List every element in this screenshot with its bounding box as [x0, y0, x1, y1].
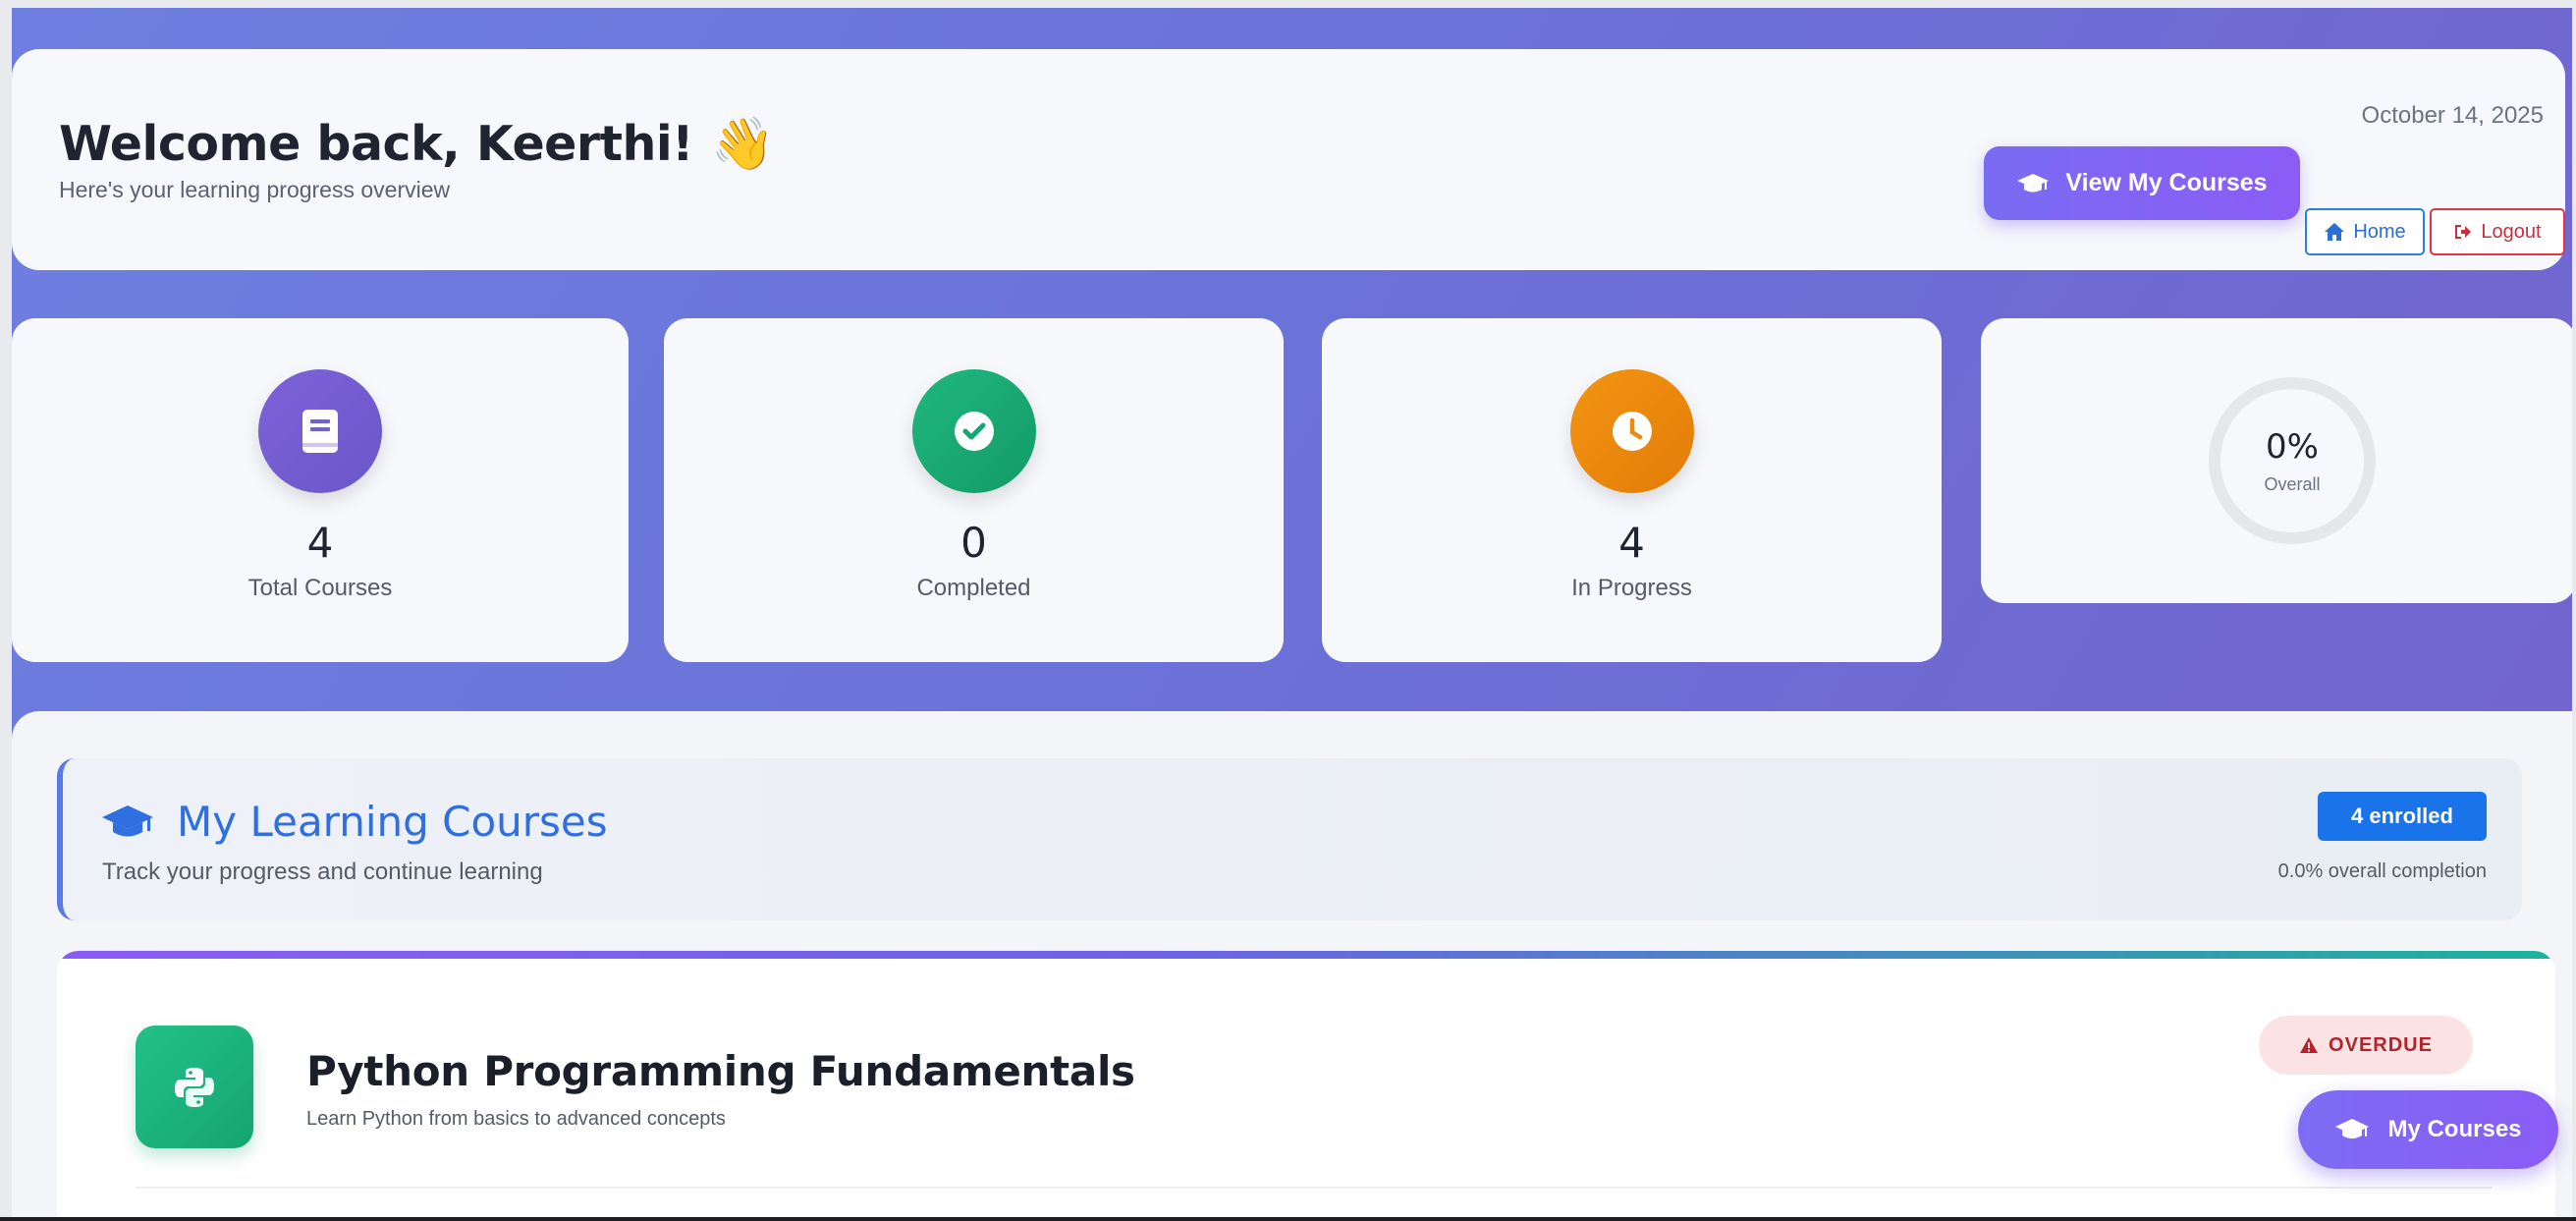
- course-title[interactable]: Python Programming Fundamentals: [306, 1047, 1135, 1095]
- status-badge-label: OVERDUE: [2329, 1033, 2433, 1056]
- graduation-cap-icon: [100, 803, 155, 842]
- view-my-courses-button[interactable]: View My Courses: [1984, 146, 2300, 220]
- welcome-text: Welcome back, Keerthi!: [59, 116, 694, 172]
- overall-progress-label: Overall: [2264, 473, 2321, 494]
- courses-section-subtitle: Track your progress and continue learnin…: [102, 859, 543, 885]
- total-courses-label: Total Courses: [247, 575, 393, 601]
- overall-progress-card: 0% Overall: [1981, 318, 2576, 603]
- completed-label: Completed: [916, 575, 1031, 601]
- check-circle-icon: [911, 369, 1036, 493]
- my-courses-floating-button[interactable]: My Courses: [2298, 1090, 2558, 1169]
- frame-bottom: [0, 1217, 2576, 1221]
- header-card: Welcome back, Keerthi! 👋 Here's your lea…: [12, 49, 2565, 270]
- completed-value: 0: [960, 519, 987, 567]
- courses-section-title: My Learning Courses: [100, 798, 608, 846]
- logout-icon: [2453, 222, 2473, 242]
- graduation-cap-icon: [2016, 172, 2050, 195]
- page-title: Welcome back, Keerthi! 👋: [59, 114, 775, 174]
- status-badge: OVERDUE: [2259, 1016, 2473, 1075]
- graduation-cap-icon: [2334, 1117, 2370, 1142]
- in-progress-label: In Progress: [1571, 575, 1692, 601]
- view-my-courses-label: View My Courses: [2065, 169, 2268, 196]
- current-date: October 14, 2025: [2361, 102, 2544, 129]
- total-courses-value: 4: [306, 519, 334, 567]
- logout-button[interactable]: Logout: [2430, 208, 2565, 255]
- in-progress-value: 4: [1618, 519, 1645, 567]
- book-icon: [258, 369, 382, 493]
- home-label: Home: [2353, 220, 2406, 243]
- my-courses-label: My Courses: [2387, 1116, 2522, 1142]
- python-icon: [136, 1026, 253, 1148]
- dashboard-background: Welcome back, Keerthi! 👋 Here's your lea…: [0, 0, 2576, 1221]
- home-button[interactable]: Home: [2305, 208, 2425, 255]
- logout-label: Logout: [2481, 220, 2542, 243]
- stat-card-total-courses: 4 Total Courses: [12, 318, 629, 662]
- overall-progress-value: 0%: [2266, 426, 2319, 467]
- stat-card-completed: 0 Completed: [664, 318, 1284, 662]
- frame-left: [0, 0, 12, 1221]
- stat-card-in-progress: 4 In Progress: [1322, 318, 1942, 662]
- course-card[interactable]: Python Programming Fundamentals Learn Py…: [57, 951, 2555, 1221]
- courses-section-title-text: My Learning Courses: [177, 798, 608, 846]
- frame-right: [2572, 0, 2576, 1221]
- clock-icon: [1569, 369, 1694, 493]
- frame-top: [0, 0, 2576, 8]
- overall-completion-text: 0.0% overall completion: [2277, 860, 2487, 882]
- wave-hand-icon: 👋: [711, 115, 775, 174]
- overall-progress-ring: 0% Overall: [2209, 377, 2376, 544]
- page-subtitle: Here's your learning progress overview: [59, 177, 451, 202]
- course-card-accent-bar: [57, 951, 2555, 959]
- warning-icon: [2299, 1036, 2319, 1054]
- divider: [136, 1187, 2493, 1189]
- enrolled-count-badge: 4 enrolled: [2318, 792, 2487, 841]
- home-icon: [2324, 222, 2345, 242]
- courses-section-header: My Learning Courses Track your progress …: [57, 758, 2522, 920]
- course-description: Learn Python from basics to advanced con…: [306, 1108, 726, 1130]
